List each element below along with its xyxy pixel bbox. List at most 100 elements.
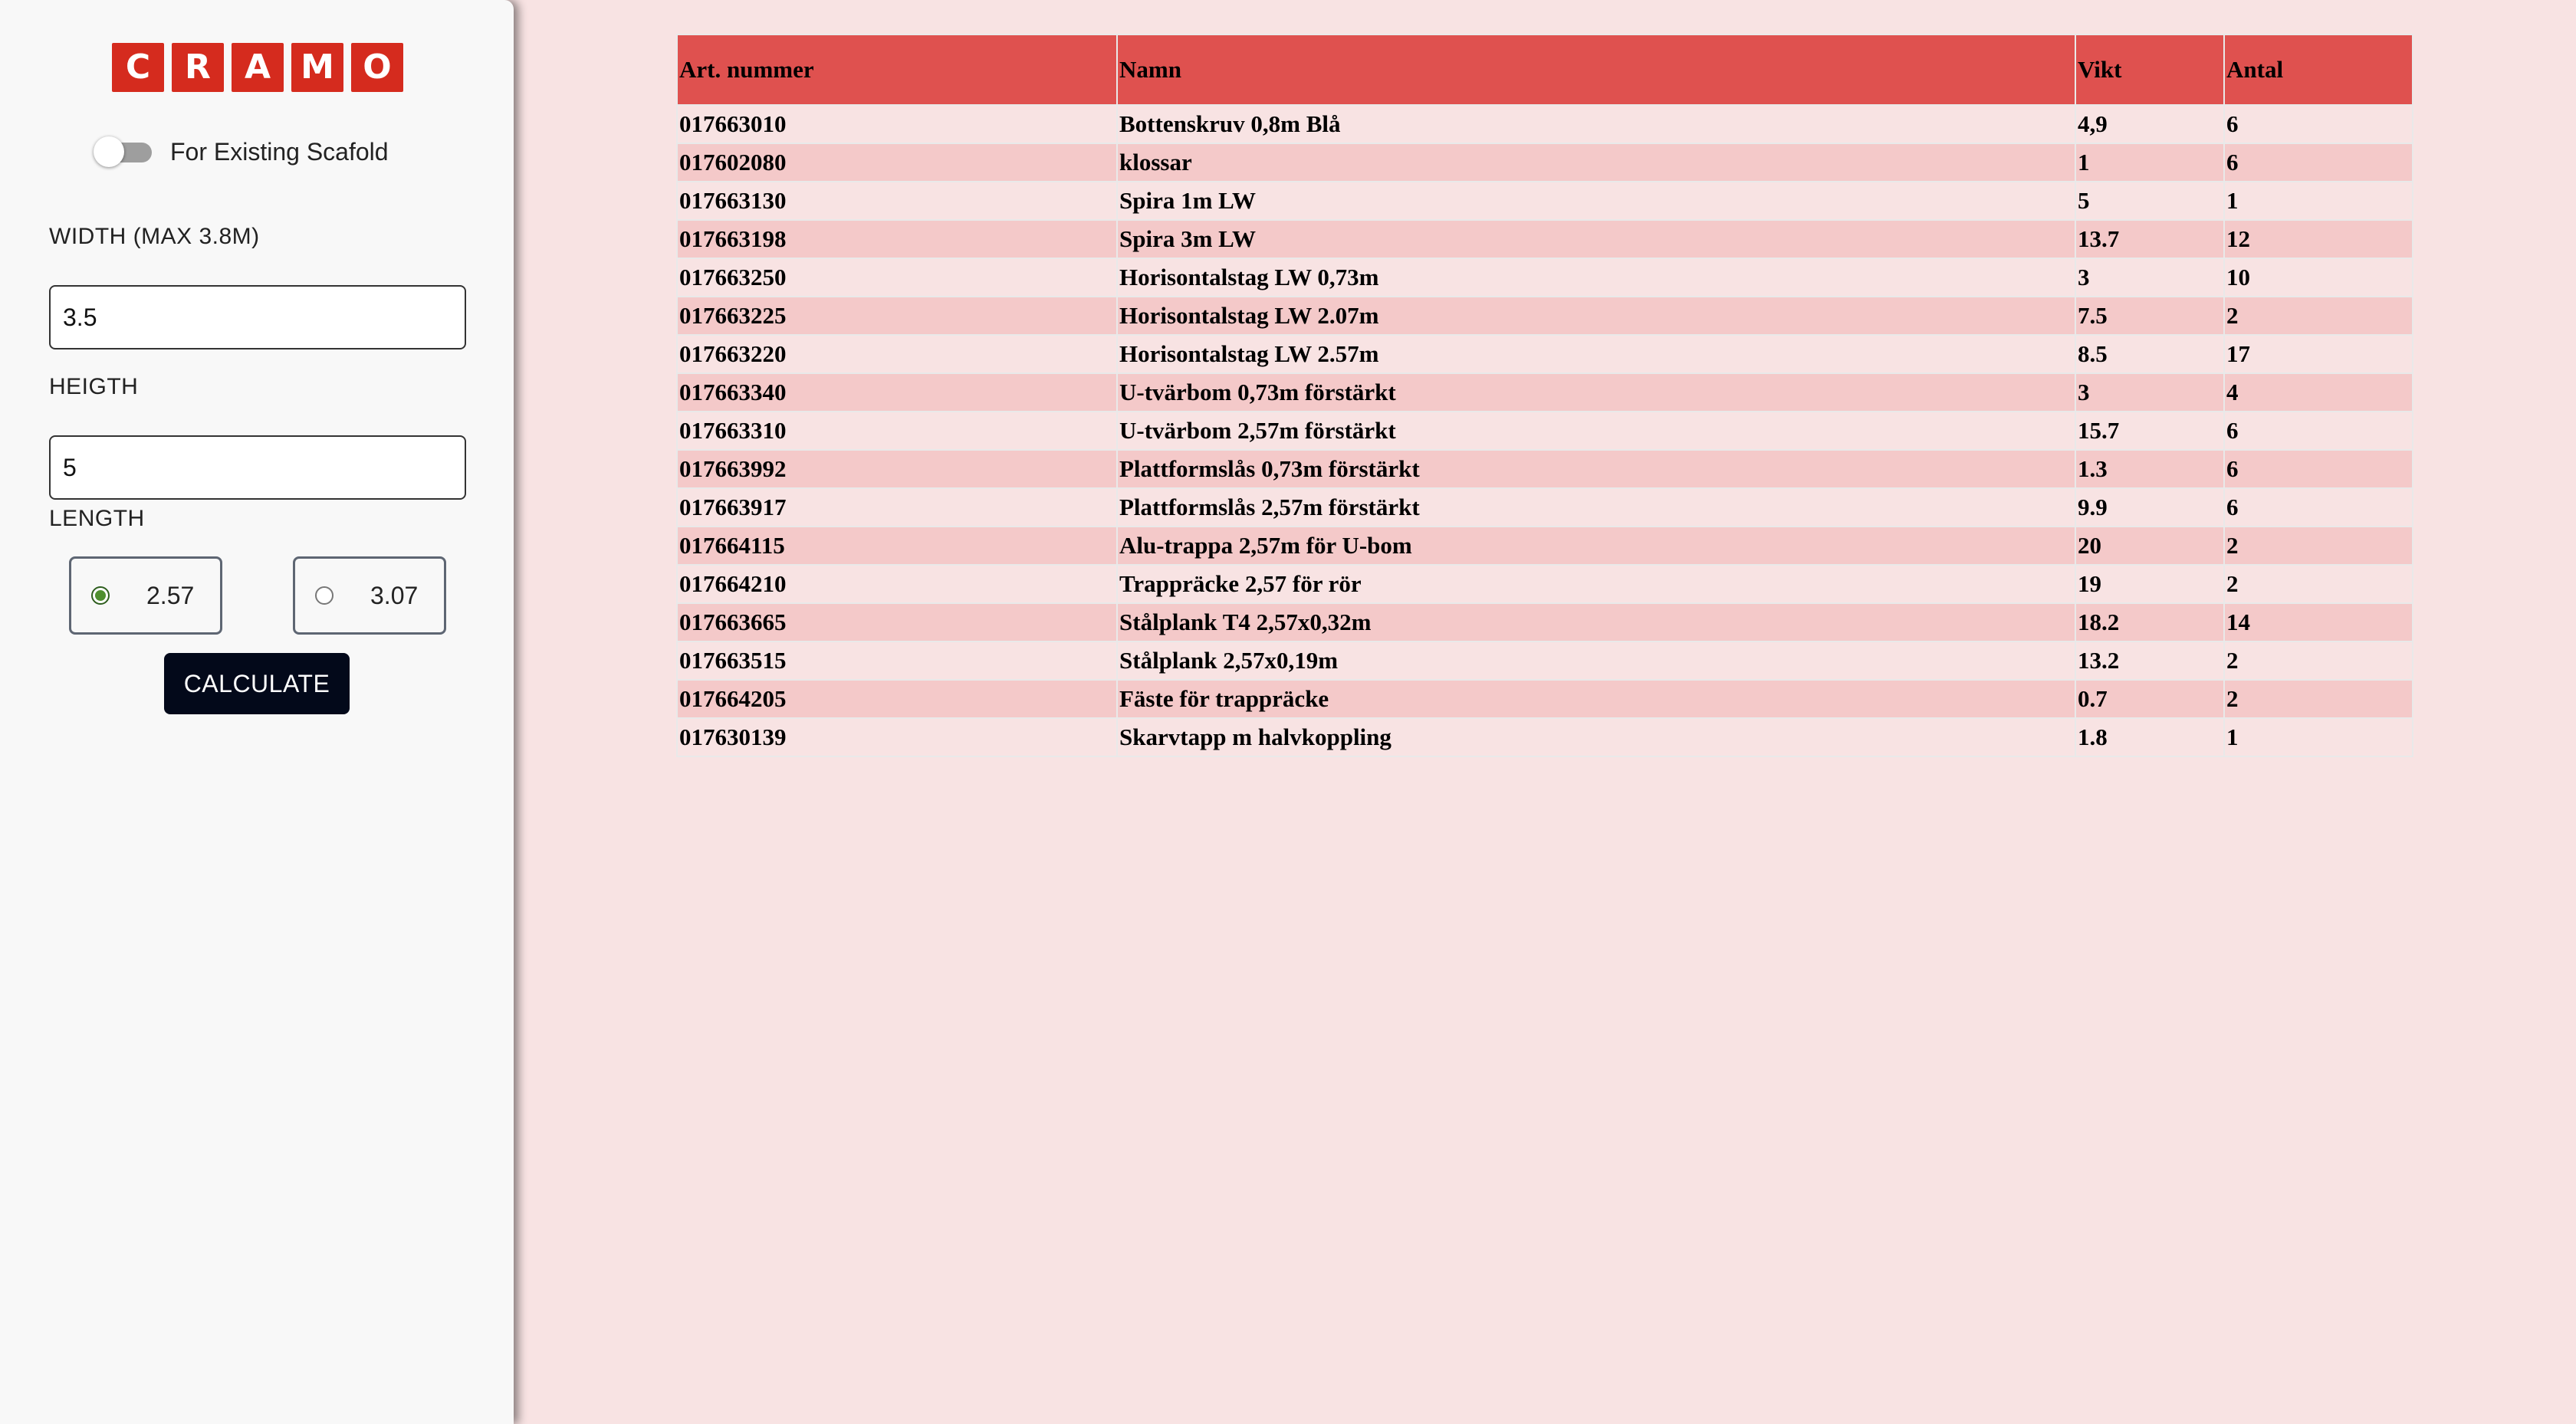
- table-row: 017663225 Horisontalstag LW 2.07m 7.5 2: [678, 297, 2412, 334]
- cell-namn: Skarvtapp m halvkoppling: [1118, 719, 2075, 756]
- cell-art-nummer: 017663010: [678, 106, 1116, 143]
- cell-namn: Stålplank T4 2,57x0,32m: [1118, 604, 2075, 641]
- header-namn: Namn: [1118, 35, 2075, 104]
- table-row: 017602080 klossar 1 6: [678, 144, 2412, 181]
- cell-namn: Plattformslås 0,73m förstärkt: [1118, 451, 2075, 487]
- table-row: 017663917 Plattformslås 2,57m förstärkt 9.…: [678, 489, 2412, 526]
- table-row: 017664205 Fäste för trappräcke 0.7 2: [678, 681, 2412, 717]
- cell-vikt: 3: [2076, 374, 2223, 411]
- table-row: 017663010 Bottenskruv 0,8m Blå 4,9 6: [678, 106, 2412, 143]
- logo-letter: C: [112, 43, 164, 92]
- table-row: 017663250 Horisontalstag LW 0,73m 3 10: [678, 259, 2412, 296]
- cell-antal: 10: [2225, 259, 2412, 296]
- cell-namn: Fäste för trappräcke: [1118, 681, 2075, 717]
- cell-art-nummer: 017663220: [678, 336, 1116, 372]
- length-option-257[interactable]: 2.57: [69, 556, 222, 635]
- cell-namn: U-tvärbom 2,57m förstärkt: [1118, 412, 2075, 449]
- cell-antal: 17: [2225, 336, 2412, 372]
- cell-vikt: 13.2: [2076, 642, 2223, 679]
- table-row: 017663515 Stålplank 2,57x0,19m 13.2 2: [678, 642, 2412, 679]
- cell-antal: 4: [2225, 374, 2412, 411]
- header-vikt: Vikt: [2076, 35, 2223, 104]
- height-input[interactable]: [49, 435, 466, 500]
- cell-vikt: 7.5: [2076, 297, 2223, 334]
- table-row: 017630139 Skarvtapp m halvkoppling 1.8 1: [678, 719, 2412, 756]
- cell-antal: 14: [2225, 604, 2412, 641]
- cell-namn: Plattformslås 2,57m förstärkt: [1118, 489, 2075, 526]
- length-option-label: 2.57: [146, 582, 195, 609]
- cell-antal: 1: [2225, 719, 2412, 756]
- existing-scaffold-toggle-row: For Existing Scafold: [94, 135, 389, 169]
- cell-namn: Horisontalstag LW 2.57m: [1118, 336, 2075, 372]
- cell-vikt: 1: [2076, 144, 2223, 181]
- cell-antal: 2: [2225, 642, 2412, 679]
- cell-namn: Alu-trappa 2,57m för U-bom: [1118, 527, 2075, 564]
- cell-art-nummer: 017664115: [678, 527, 1116, 564]
- cell-art-nummer: 017663198: [678, 221, 1116, 258]
- cell-antal: 1: [2225, 182, 2412, 219]
- logo-letter: O: [351, 43, 403, 92]
- table-row: 017663665 Stålplank T4 2,57x0,32m 18.2 14: [678, 604, 2412, 641]
- height-label: HEIGTH: [49, 374, 139, 399]
- header-art-nummer: Art. nummer: [678, 35, 1116, 104]
- cell-vikt: 0.7: [2076, 681, 2223, 717]
- cell-art-nummer: 017663130: [678, 182, 1116, 219]
- cell-namn: Bottenskruv 0,8m Blå: [1118, 106, 2075, 143]
- cell-antal: 6: [2225, 106, 2412, 143]
- cell-art-nummer: 017664210: [678, 566, 1116, 602]
- cell-vikt: 4,9: [2076, 106, 2223, 143]
- cell-vikt: 18.2: [2076, 604, 2223, 641]
- cell-art-nummer: 017663340: [678, 374, 1116, 411]
- cell-antal: 2: [2225, 681, 2412, 717]
- width-label: WIDTH (MAX 3.8M): [49, 224, 260, 249]
- cell-art-nummer: 017663992: [678, 451, 1116, 487]
- radio-unchecked-icon[interactable]: [315, 586, 334, 605]
- length-label: LENGTH: [49, 506, 145, 531]
- table-row: 017663310 U-tvärbom 2,57m förstärkt 15.7 6: [678, 412, 2412, 449]
- cell-namn: U-tvärbom 0,73m förstärkt: [1118, 374, 2075, 411]
- cell-vikt: 1.8: [2076, 719, 2223, 756]
- cell-antal: 2: [2225, 297, 2412, 334]
- table-row: 017663340 U-tvärbom 0,73m förstärkt 3 4: [678, 374, 2412, 411]
- cell-vikt: 8.5: [2076, 336, 2223, 372]
- table-row: 017663220 Horisontalstag LW 2.57m 8.5 17: [678, 336, 2412, 372]
- cell-art-nummer: 017663310: [678, 412, 1116, 449]
- cell-antal: 12: [2225, 221, 2412, 258]
- cell-art-nummer: 017664205: [678, 681, 1116, 717]
- cell-vikt: 1.3: [2076, 451, 2223, 487]
- length-option-307[interactable]: 3.07: [293, 556, 446, 635]
- table-row: 017664115 Alu-trappa 2,57m för U-bom 20 2: [678, 527, 2412, 564]
- existing-scaffold-toggle[interactable]: [94, 135, 153, 169]
- cell-vikt: 13.7: [2076, 221, 2223, 258]
- radio-checked-icon[interactable]: [91, 586, 110, 605]
- width-input[interactable]: [49, 285, 466, 349]
- cell-namn: Horisontalstag LW 2.07m: [1118, 297, 2075, 334]
- cramo-logo: C R A M O: [112, 43, 403, 92]
- cell-namn: Stålplank 2,57x0,19m: [1118, 642, 2075, 679]
- cell-antal: 6: [2225, 489, 2412, 526]
- cell-vikt: 19: [2076, 566, 2223, 602]
- table-header-row: Art. nummer Namn Vikt Antal: [678, 35, 2412, 104]
- cell-namn: Spira 3m LW: [1118, 221, 2075, 258]
- cell-art-nummer: 017630139: [678, 719, 1116, 756]
- cell-art-nummer: 017663515: [678, 642, 1116, 679]
- calculate-button[interactable]: CALCULATE: [164, 653, 350, 714]
- length-option-label: 3.07: [370, 582, 419, 609]
- table-row: 017663198 Spira 3m LW 13.7 12: [678, 221, 2412, 258]
- sidebar: C R A M O For Existing Scafold WIDTH (MA…: [0, 0, 514, 1424]
- cell-art-nummer: 017602080: [678, 144, 1116, 181]
- cell-antal: 6: [2225, 412, 2412, 449]
- parts-table: Art. nummer Namn Vikt Antal 017663010 Bot…: [676, 34, 2413, 757]
- table-row: 017664210 Trappräcke 2,57 för rör 19 2: [678, 566, 2412, 602]
- toggle-thumb: [94, 136, 124, 167]
- existing-scaffold-label: For Existing Scafold: [170, 137, 389, 166]
- cell-vikt: 3: [2076, 259, 2223, 296]
- cell-vikt: 5: [2076, 182, 2223, 219]
- table-row: 017663130 Spira 1m LW 5 1: [678, 182, 2412, 219]
- cell-art-nummer: 017663665: [678, 604, 1116, 641]
- logo-letter: M: [291, 43, 343, 92]
- table-body: 017663010 Bottenskruv 0,8m Blå 4,9 6 0176020…: [678, 106, 2412, 756]
- cell-vikt: 20: [2076, 527, 2223, 564]
- cell-vikt: 9.9: [2076, 489, 2223, 526]
- cell-art-nummer: 017663917: [678, 489, 1116, 526]
